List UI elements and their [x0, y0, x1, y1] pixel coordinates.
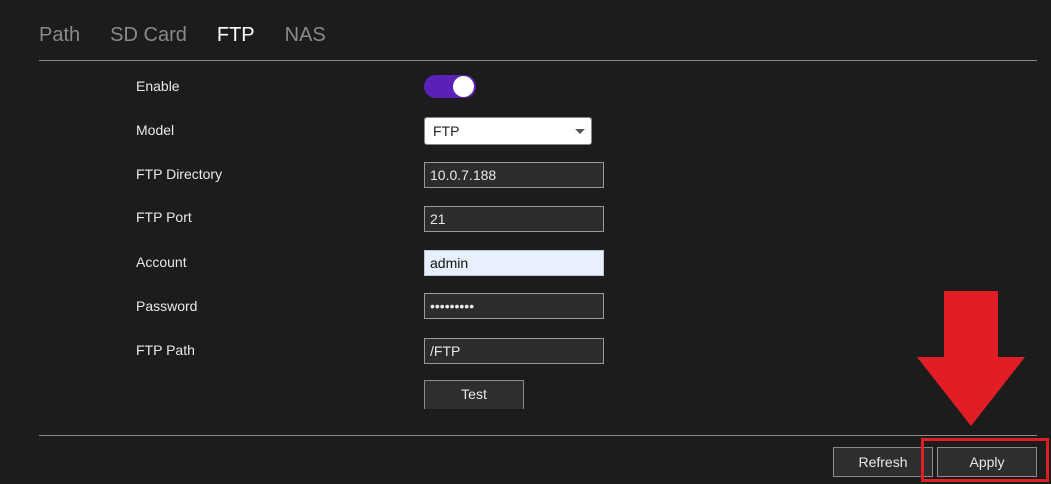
tab-sd-card[interactable]: SD Card [110, 22, 187, 48]
password-label: Password [136, 298, 198, 314]
model-select[interactable]: FTP [424, 117, 592, 145]
tab-path[interactable]: Path [39, 22, 80, 48]
model-select-value: FTP [433, 123, 460, 139]
ftp-directory-input[interactable]: 10.0.7.188 [424, 162, 604, 188]
tab-divider [39, 60, 1037, 61]
down-arrow-icon [917, 291, 1025, 426]
enable-toggle[interactable] [424, 75, 476, 98]
tab-nas[interactable]: NAS [285, 22, 326, 48]
account-label: Account [136, 254, 187, 270]
ftp-path-input[interactable]: /FTP [424, 338, 604, 364]
ftp-port-label: FTP Port [136, 209, 192, 225]
model-label: Model [136, 122, 175, 138]
ftp-port-input[interactable]: 21 [424, 206, 604, 232]
ftp-path-label: FTP Path [136, 342, 195, 358]
password-input[interactable]: ••••••••• [424, 293, 604, 319]
ftp-directory-label: FTP Directory [136, 166, 223, 182]
refresh-button[interactable]: Refresh [833, 447, 933, 477]
toggle-knob [453, 76, 474, 97]
footer-divider [39, 435, 1037, 436]
tab-ftp[interactable]: FTP [217, 22, 255, 48]
account-input[interactable]: admin [424, 250, 604, 276]
enable-label: Enable [136, 78, 180, 94]
tab-bar: Path SD Card FTP NAS [39, 22, 356, 48]
apply-highlight-box [921, 438, 1049, 482]
chevron-down-icon [575, 129, 585, 134]
test-button[interactable]: Test [424, 380, 524, 409]
